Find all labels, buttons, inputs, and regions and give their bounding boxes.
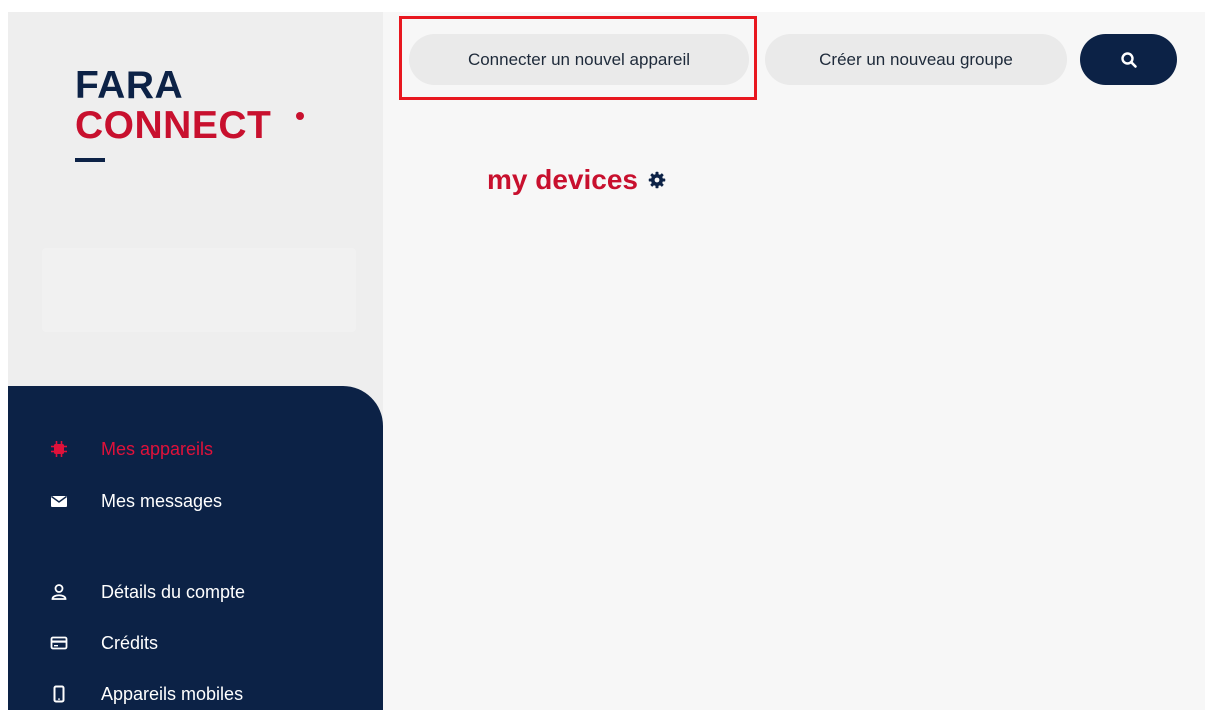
logo[interactable]: FARA CONNECT xyxy=(75,66,315,176)
main-content: Connecter un nouvel appareil Créer un no… xyxy=(383,12,1205,710)
gear-icon[interactable] xyxy=(648,171,666,189)
sidebar-item-label: Mes messages xyxy=(101,490,223,511)
mobile-icon xyxy=(50,685,68,703)
sidebar-item-appareils-mobiles[interactable]: Appareils mobiles xyxy=(8,674,383,710)
credit-card-icon xyxy=(50,634,68,652)
sidebar-placeholder xyxy=(42,248,356,332)
page-title: my devices xyxy=(487,164,638,195)
sidebar-item-label: Appareils mobiles xyxy=(101,683,244,704)
connect-new-device-button[interactable]: Connecter un nouvel appareil xyxy=(409,34,749,85)
logo-text-connect: CONNECT xyxy=(75,104,272,147)
sidebar-nav: Mes appareils Mes messages Détails du co… xyxy=(8,386,383,710)
sidebar-item-label: Mes appareils xyxy=(101,438,214,459)
sidebar-item-label: Détails du compte xyxy=(101,581,246,602)
registered-mark xyxy=(296,112,304,120)
search-icon xyxy=(1120,51,1137,68)
sidebar-item-label: Crédits xyxy=(101,632,159,653)
sidebar-item-mes-messages[interactable]: Mes messages xyxy=(8,481,383,521)
page-header: my devices xyxy=(487,164,666,196)
sidebar-item-details-du-compte[interactable]: Détails du compte xyxy=(8,572,383,612)
create-group-button[interactable]: Créer un nouveau groupe xyxy=(765,34,1067,85)
user-icon xyxy=(50,583,68,601)
logo-text-fara: FARA xyxy=(75,64,184,107)
envelope-icon xyxy=(50,492,68,510)
sidebar-item-mes-appareils[interactable]: Mes appareils xyxy=(8,429,383,469)
sidebar: FARA CONNECT Mes appareils Mes messages … xyxy=(8,12,383,710)
sidebar-item-credits[interactable]: Crédits xyxy=(8,623,383,663)
search-button[interactable] xyxy=(1080,34,1177,85)
app-window: FARA CONNECT Mes appareils Mes messages … xyxy=(8,12,1205,710)
logo-underline xyxy=(75,158,105,162)
chip-icon xyxy=(50,440,68,458)
